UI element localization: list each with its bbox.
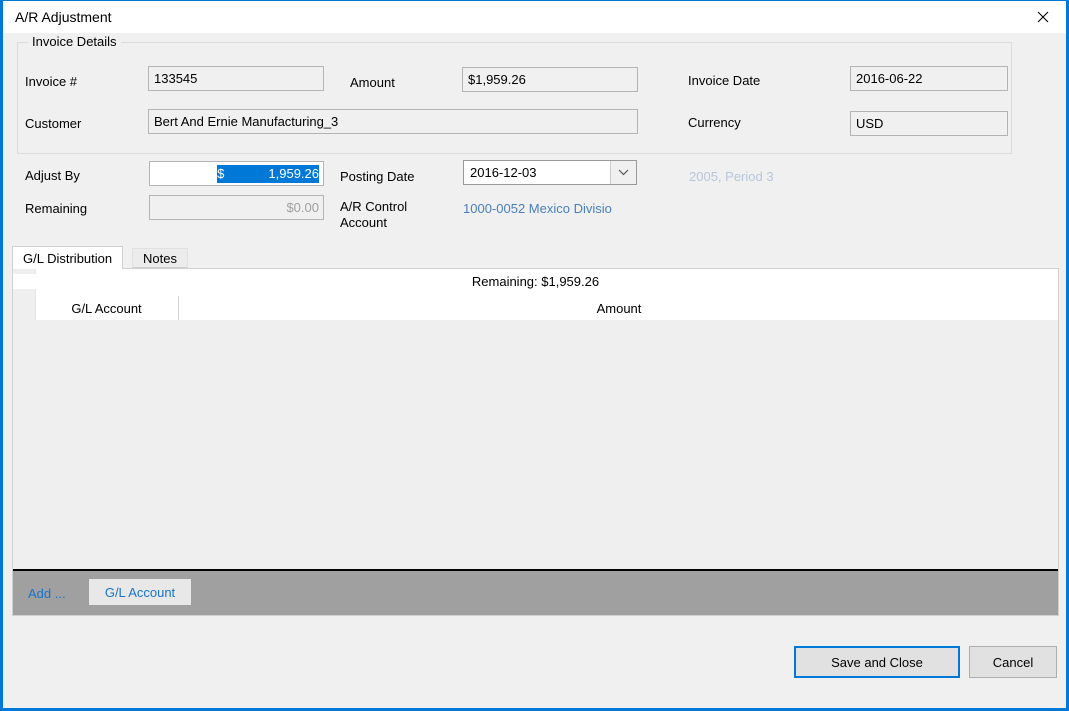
period-label: 2005, Period 3 [689, 169, 774, 184]
currency-field[interactable]: USD [850, 111, 1008, 136]
tab-notes[interactable]: Notes [132, 248, 188, 268]
dialog-client-area: Invoice Details Invoice # 133545 Amount … [3, 33, 1066, 708]
ar-control-account-link[interactable]: 1000-0052 Mexico Divisio [463, 201, 612, 216]
remaining-label: Remaining [25, 201, 88, 216]
column-header-amount[interactable]: Amount [180, 296, 1058, 320]
adjust-by-selection: $1,959.26 [217, 164, 319, 183]
grid-toolbar: Add ... G/L Account [13, 569, 1058, 615]
customer-label: Customer [25, 116, 82, 131]
tab-gl-distribution[interactable]: G/L Distribution [12, 246, 124, 269]
column-header-gl-account[interactable]: G/L Account [35, 296, 179, 320]
adjust-by-label: Adjust By [25, 168, 80, 183]
ar-control-account-label-line1: A/R Control [340, 199, 408, 214]
tab-gl-distribution-label: G/L Distribution [23, 250, 113, 266]
ar-control-account-label-line2: Account [340, 215, 387, 230]
add-link[interactable]: Add ... [28, 586, 66, 601]
currency-label: Currency [688, 115, 741, 130]
window-title: A/R Adjustment [15, 9, 112, 25]
save-and-close-button[interactable]: Save and Close [794, 646, 960, 678]
invoice-date-field[interactable]: 2016-06-22 [850, 66, 1008, 91]
invoice-number-label: Invoice # [25, 74, 78, 89]
cancel-button[interactable]: Cancel [969, 646, 1057, 678]
tab-strip: G/L Distribution Notes [12, 246, 1059, 269]
add-gl-account-button[interactable]: G/L Account [89, 579, 191, 605]
gl-distribution-grid: Remaining: $1,959.26 G/L Account Amount … [12, 268, 1059, 616]
tab-notes-label: Notes [143, 250, 177, 266]
adjust-by-currency-symbol: $ [217, 165, 225, 181]
title-bar: A/R Adjustment [3, 1, 1066, 33]
invoice-number-field[interactable]: 133545 [148, 66, 324, 91]
chevron-down-icon[interactable] [610, 161, 636, 184]
posting-date-value: 2016-12-03 [470, 165, 537, 180]
grid-rows-area[interactable] [13, 320, 1058, 571]
posting-date-combobox[interactable]: 2016-12-03 [463, 160, 637, 185]
adjust-by-input[interactable]: $1,959.26 [149, 161, 324, 186]
invoice-details-title: Invoice Details [28, 34, 121, 49]
grid-remaining-summary: Remaining: $1,959.26 [13, 274, 1058, 289]
invoice-details-group: Invoice Details [17, 34, 1012, 154]
close-icon[interactable] [1020, 1, 1066, 32]
posting-date-label: Posting Date [340, 169, 415, 184]
remaining-field: $0.00 [149, 195, 324, 220]
invoice-date-label: Invoice Date [688, 73, 761, 88]
ar-adjustment-window: A/R Adjustment Invoice Details Invoice #… [0, 0, 1069, 711]
amount-field[interactable]: $1,959.26 [462, 67, 638, 92]
amount-label: Amount [350, 75, 395, 90]
customer-field[interactable]: Bert And Ernie Manufacturing_3 [148, 109, 638, 134]
adjust-by-value: 1,959.26 [268, 165, 319, 181]
